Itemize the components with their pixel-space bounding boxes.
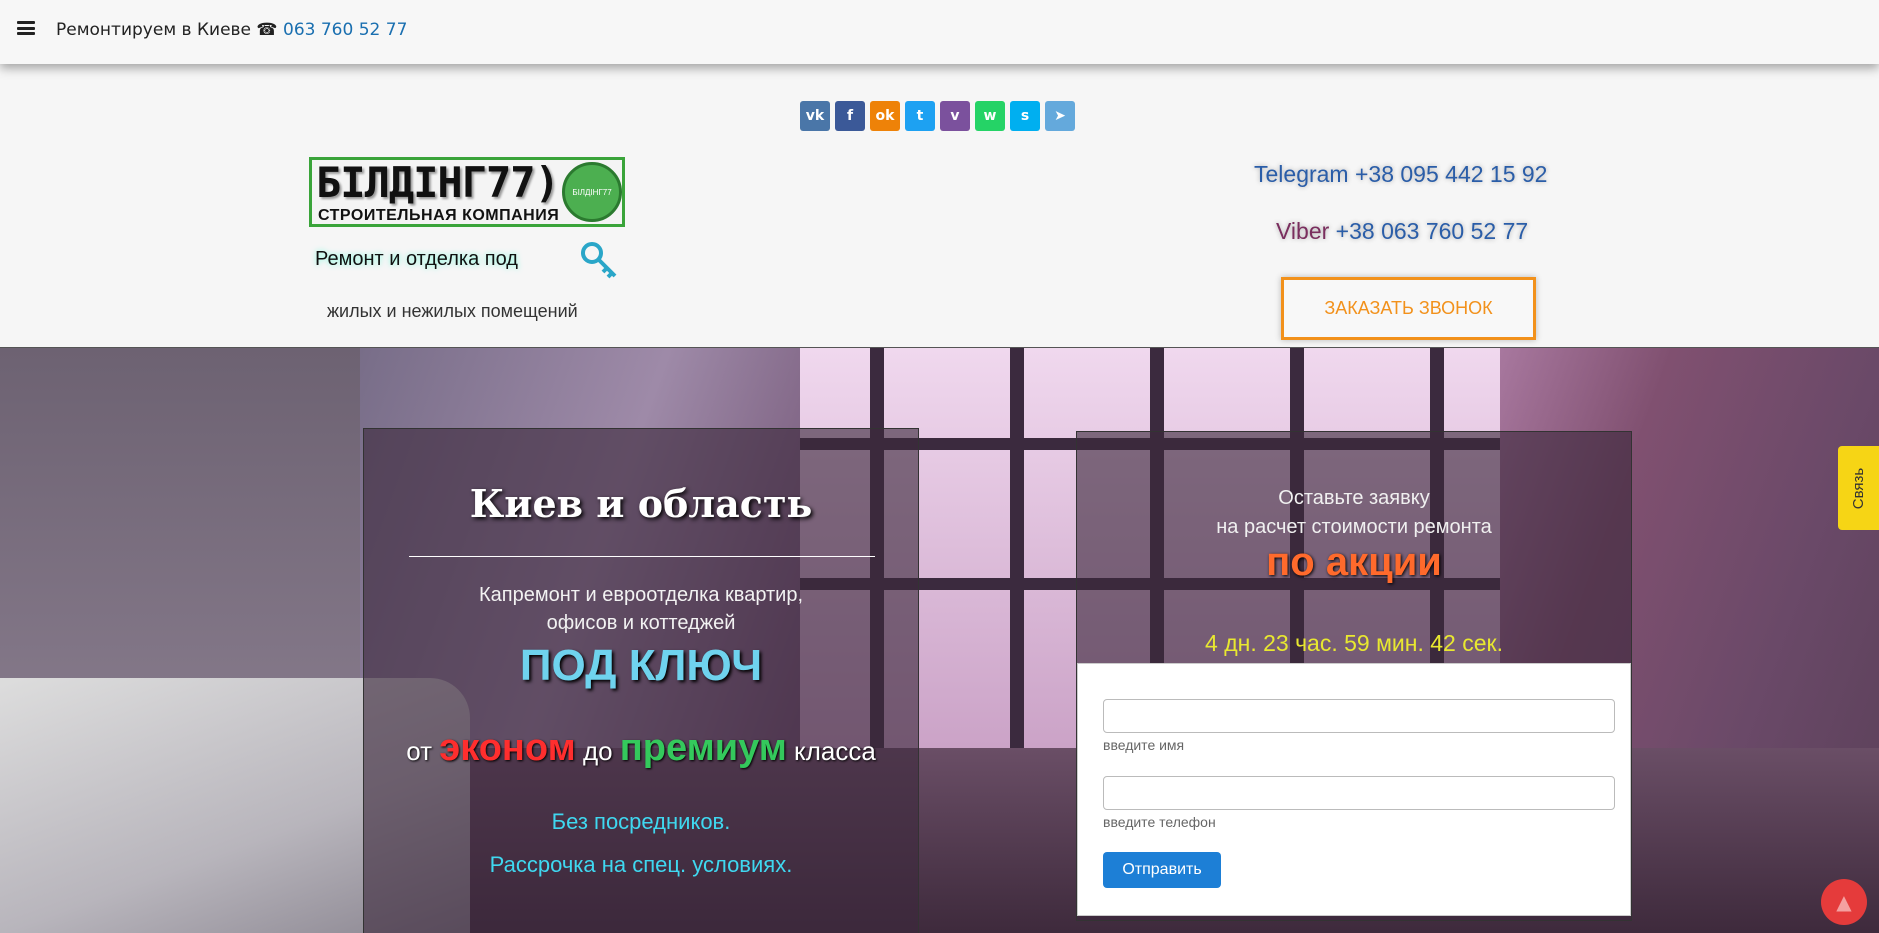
odnoklassniki-icon[interactable]: ok xyxy=(870,101,900,131)
class-text: класса xyxy=(786,736,876,766)
telegram-icon[interactable]: ➤ xyxy=(1045,101,1075,131)
company-logo[interactable]: БІЛДІНГ77) СТРОИТЕЛЬНАЯ КОМПАНИЯ БІЛДІНГ… xyxy=(309,157,625,227)
whatsapp-icon[interactable]: w xyxy=(975,101,1005,131)
key-icon xyxy=(581,242,617,279)
contact-side-tab[interactable]: Связь xyxy=(1838,446,1879,530)
menu-icon[interactable] xyxy=(17,21,35,35)
viber-number: +38 063 760 52 77 xyxy=(1329,218,1529,244)
scroll-top-icon[interactable]: ▲ xyxy=(1821,879,1867,925)
twitter-icon[interactable]: t xyxy=(905,101,935,131)
social-share-bar: vk f ok t v w s ➤ xyxy=(800,101,1075,131)
telegram-phone[interactable]: Telegram +38 095 442 15 92 xyxy=(1254,161,1547,188)
phone-input[interactable] xyxy=(1103,776,1615,810)
order-call-button[interactable]: ЗАКАЗАТЬ ЗВОНОК xyxy=(1281,277,1536,340)
top-bar-text: Ремонтируем в Киеве ☎ xyxy=(56,20,284,40)
no-middlemen-text: Без посредников. xyxy=(551,809,731,834)
installment-text: Рассрочка на спец. условиях. xyxy=(489,852,793,877)
services-line-2: офисов и коттеджей xyxy=(546,612,736,634)
slogan-line-2: жилых и нежилых помещений xyxy=(327,301,578,321)
skype-icon[interactable]: s xyxy=(1010,101,1040,131)
top-bar-title: Ремонтируем в Киеве ☎ 063 760 52 77 xyxy=(56,20,407,40)
viber-phone[interactable]: Viber +38 063 760 52 77 xyxy=(1276,218,1528,245)
vk-icon[interactable]: vk xyxy=(800,101,830,131)
services-text: Капремонт и евроотделка квартир, офисов … xyxy=(364,581,918,637)
side-tab-label: Связь xyxy=(1850,467,1868,509)
phone-hint: введите телефон xyxy=(1103,814,1216,830)
divider xyxy=(409,556,875,557)
request-form: введите имя введите телефон Отправить xyxy=(1077,663,1631,916)
request-text: Оставьте заявку на расчет стоимости ремо… xyxy=(1077,484,1631,542)
request-line-2: на расчет стоимости ремонта xyxy=(1216,516,1492,538)
logo-badge-text: БІЛДІНГ77 xyxy=(572,187,612,197)
slogan-line-1: Ремонт и отделка под xyxy=(315,248,518,270)
premium-text: премиум xyxy=(619,727,787,769)
top-bar: Ремонтируем в Киеве ☎ 063 760 52 77 xyxy=(0,0,1879,64)
logo-house-icon: БІЛДІНГ77 xyxy=(562,162,622,222)
to-text: до xyxy=(575,736,620,766)
top-bar-phone-link[interactable]: 063 760 52 77 xyxy=(283,20,407,40)
turnkey-heading: ПОД КЛЮЧ xyxy=(519,641,763,690)
viber-icon[interactable]: v xyxy=(940,101,970,131)
facebook-icon[interactable]: f xyxy=(835,101,865,131)
from-text: от xyxy=(406,736,440,766)
promo-left-panel: Киев и область Капремонт и евроотделка к… xyxy=(363,428,919,933)
region-title: Киев и область xyxy=(469,481,813,526)
submit-button[interactable]: Отправить xyxy=(1103,852,1221,888)
name-hint: введите имя xyxy=(1103,737,1185,753)
countdown-timer: 4 дн. 23 час. 59 мин. 42 сек. xyxy=(1205,630,1503,656)
econom-text: эконом xyxy=(439,727,576,769)
name-input[interactable] xyxy=(1103,699,1615,733)
viber-label: Viber xyxy=(1276,218,1330,244)
logo-subtitle: СТРОИТЕЛЬНАЯ КОМПАНИЯ xyxy=(318,207,560,224)
services-line-1: Капремонт и евроотделка квартир, xyxy=(478,584,804,606)
request-line-1: Оставьте заявку xyxy=(1278,487,1430,509)
logo-main-text: БІЛДІНГ77) xyxy=(316,158,560,207)
promo-heading: по акции xyxy=(1266,540,1442,584)
class-range: от эконом до премиум класса xyxy=(364,727,918,770)
